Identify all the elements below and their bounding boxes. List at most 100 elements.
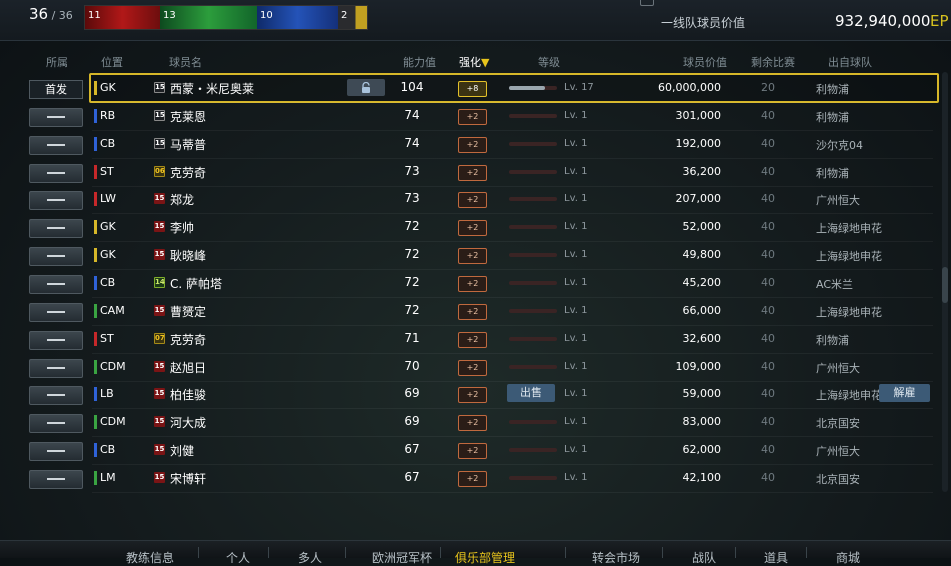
player-position: GK xyxy=(100,220,116,233)
player-name[interactable]: 李帅 xyxy=(170,219,194,236)
nav-coach-info[interactable]: 教练信息 xyxy=(126,549,174,566)
player-row[interactable]: 首发 GK 15 西蒙・米尼奥莱 104 +8 Lv. 17 60,000,000 20 利物浦 xyxy=(0,73,951,103)
checkbox[interactable] xyxy=(640,0,654,6)
nav-club-management[interactable]: 俱乐部管理 xyxy=(455,549,515,566)
player-rating: 72 xyxy=(404,219,420,233)
distribution-yellow-count: 2 xyxy=(341,10,348,21)
col-club[interactable]: 出自球队 xyxy=(828,54,872,70)
release-button[interactable]: 解雇 xyxy=(879,384,930,402)
assign-slot-button[interactable] xyxy=(29,275,83,294)
nav-team[interactable]: 战队 xyxy=(692,549,716,566)
level-progress-bar xyxy=(509,281,557,285)
player-row[interactable]: GK 15 耿晓峰 72 +2 Lv. 1 49,800 40 上海绿地申花 xyxy=(0,242,951,270)
remaining-matches: 40 xyxy=(761,109,775,122)
nav-multi[interactable]: 多人 xyxy=(298,549,322,566)
player-row[interactable]: ST 06 克劳奇 73 +2 Lv. 1 36,200 40 利物浦 xyxy=(0,159,951,187)
col-position[interactable]: 位置 xyxy=(101,54,123,70)
player-name[interactable]: 刘健 xyxy=(170,442,194,459)
player-name[interactable]: 柏佳骏 xyxy=(170,386,206,403)
player-club: AC米兰 xyxy=(816,278,854,291)
player-row[interactable]: CDM 15 赵旭日 70 +2 Lv. 1 109,000 40 广州恒大 xyxy=(0,354,951,382)
player-row[interactable]: LB 15 柏佳骏 69 +2 出售 Lv. 1 59,000 40 上海绿地申花 解雇 xyxy=(0,381,951,409)
position-color-bar xyxy=(94,248,97,262)
player-name[interactable]: 西蒙・米尼奥莱 xyxy=(170,80,254,97)
assign-slot-button[interactable] xyxy=(29,136,83,155)
player-name[interactable]: 克劳奇 xyxy=(170,331,206,348)
player-row[interactable]: CB 15 马蒂普 74 +2 Lv. 1 192,000 40 沙尔克04 xyxy=(0,131,951,159)
player-row[interactable]: CDM 15 河大成 69 +2 Lv. 1 83,000 40 北京国安 xyxy=(0,409,951,437)
enhance-badge: +2 xyxy=(458,165,487,181)
assign-slot-button[interactable] xyxy=(29,247,83,266)
level-progress-fill xyxy=(509,86,545,90)
season-badge: 15 xyxy=(154,110,165,121)
player-row[interactable]: CB 15 刘健 67 +2 Lv. 1 62,000 40 广州恒大 xyxy=(0,437,951,465)
player-row[interactable]: LM 15 宋博轩 67 +2 Lv. 1 42,100 40 北京国安 xyxy=(0,465,951,493)
player-rating: 69 xyxy=(404,386,420,400)
enhance-badge: +2 xyxy=(458,471,487,487)
assign-slot-button[interactable] xyxy=(29,191,83,210)
starter-button[interactable]: 首发 xyxy=(29,80,83,99)
player-row[interactable]: CB 14 C. 萨帕塔 72 +2 Lv. 1 45,200 40 AC米兰 xyxy=(0,270,951,298)
season-badge: 15 xyxy=(154,249,165,260)
sell-button[interactable]: 出售 xyxy=(507,384,555,402)
player-name[interactable]: 克劳奇 xyxy=(170,164,206,181)
assign-slot-button[interactable] xyxy=(29,414,83,433)
player-row[interactable]: LW 15 郑龙 73 +2 Lv. 1 207,000 40 广州恒大 xyxy=(0,186,951,214)
position-color-bar xyxy=(94,192,97,206)
assign-slot-button[interactable] xyxy=(29,359,83,378)
player-row[interactable]: GK 15 李帅 72 +2 Lv. 1 52,000 40 上海绿地申花 xyxy=(0,214,951,242)
assign-slot-button[interactable] xyxy=(29,442,83,461)
player-name[interactable]: 郑龙 xyxy=(170,191,194,208)
player-level: Lv. 1 xyxy=(564,138,588,149)
enhance-badge: +2 xyxy=(458,332,487,348)
assign-slot-button[interactable] xyxy=(29,164,83,183)
player-name[interactable]: 耿晓峰 xyxy=(170,247,206,264)
player-row[interactable]: RB 15 克莱恩 74 +2 Lv. 1 301,000 40 利物浦 xyxy=(0,103,951,131)
col-belong[interactable]: 所属 xyxy=(46,54,68,70)
player-row[interactable]: CAM 15 曹赟定 72 +2 Lv. 1 66,000 40 上海绿地申花 xyxy=(0,298,951,326)
assign-slot-button[interactable] xyxy=(29,386,83,405)
col-remaining[interactable]: 剩余比赛 xyxy=(751,54,795,70)
player-name[interactable]: 河大成 xyxy=(170,414,206,431)
assign-slot-button[interactable] xyxy=(29,331,83,350)
player-level: Lv. 1 xyxy=(564,193,588,204)
position-color-bar xyxy=(94,415,97,429)
top-bar: 36 / 36 11 13 10 2 一线队球员价值 932,940,000 E… xyxy=(0,0,951,41)
player-name[interactable]: 赵旭日 xyxy=(170,359,206,376)
squad-total: 36 xyxy=(58,9,73,22)
level-progress-bar xyxy=(509,253,557,257)
player-name[interactable]: 马蒂普 xyxy=(170,136,206,153)
col-enhance[interactable]: 强化▼ xyxy=(459,54,489,70)
enhance-badge: +2 xyxy=(458,276,487,292)
col-level[interactable]: 等级 xyxy=(538,54,560,70)
player-name[interactable]: 曹赟定 xyxy=(170,303,206,320)
nav-transfer-market[interactable]: 转会市场 xyxy=(592,549,640,566)
nav-shop[interactable]: 商城 xyxy=(836,549,860,566)
assign-slot-button[interactable] xyxy=(29,108,83,127)
nav-divider xyxy=(806,547,807,558)
row-divider xyxy=(92,492,933,493)
nav-items[interactable]: 道具 xyxy=(764,549,788,566)
assign-slot-button[interactable] xyxy=(29,303,83,322)
player-rating: 67 xyxy=(404,470,420,484)
enhance-badge: +2 xyxy=(458,137,487,153)
player-name[interactable]: 克莱恩 xyxy=(170,108,206,125)
player-name[interactable]: C. 萨帕塔 xyxy=(170,275,222,292)
scrollbar-thumb[interactable] xyxy=(942,267,948,303)
col-price[interactable]: 球员价值 xyxy=(683,54,727,70)
position-color-bar xyxy=(94,387,97,401)
assign-slot-button[interactable] xyxy=(29,470,83,489)
lock-button[interactable] xyxy=(347,79,385,96)
col-rating[interactable]: 能力值 xyxy=(403,54,436,70)
player-name[interactable]: 宋博轩 xyxy=(170,470,206,487)
level-progress-bar xyxy=(509,476,557,480)
nav-divider xyxy=(198,547,199,558)
nav-champions-cup[interactable]: 欧洲冠军杯 xyxy=(372,549,432,566)
scrollbar[interactable] xyxy=(942,72,948,492)
col-name[interactable]: 球员名 xyxy=(169,54,202,70)
nav-single[interactable]: 个人 xyxy=(226,549,250,566)
player-club: 北京国安 xyxy=(816,417,860,430)
player-row[interactable]: ST 07 克劳奇 71 +2 Lv. 1 32,600 40 利物浦 xyxy=(0,326,951,354)
assign-slot-button[interactable] xyxy=(29,219,83,238)
player-rating: 104 xyxy=(400,80,424,94)
